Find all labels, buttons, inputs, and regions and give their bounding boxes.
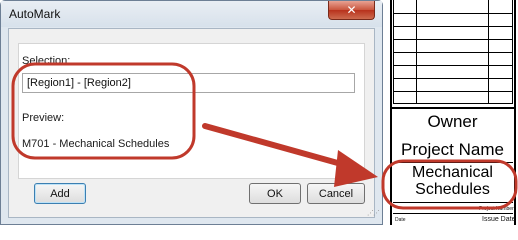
schedule-line (394, 52, 512, 53)
project-number-label: Project Number (479, 206, 514, 212)
window-title: AutoMark (9, 7, 61, 21)
owner-label: Owner (427, 112, 478, 131)
schedule-line (394, 26, 512, 27)
title-block-separator (391, 107, 515, 109)
ok-button[interactable]: OK (249, 183, 301, 204)
resize-grip-icon[interactable]: ⋰⋰ (367, 209, 380, 217)
close-icon: ✕ (346, 3, 357, 17)
schedule-line (394, 65, 512, 66)
selection-label: Selection: (22, 55, 71, 67)
schedule-line (394, 91, 512, 92)
sheet-title-line1: Mechanical (412, 164, 493, 181)
automark-dialog: AutoMark ✕ Selection: [Region1] - [Regio… (0, 0, 383, 225)
title-block-line (393, 202, 513, 203)
close-button[interactable]: ✕ (328, 1, 375, 20)
preview-label: Preview: (22, 112, 65, 124)
title-block: Owner Project Name Mechanical Schedules … (389, 0, 518, 225)
revision-schedule (393, 0, 513, 104)
title-bar[interactable]: AutoMark ✕ (1, 1, 382, 27)
issue-date-label: Issue Date (482, 216, 516, 223)
title-block-line (393, 213, 513, 214)
schedule-line (394, 13, 512, 14)
schedule-line (394, 78, 512, 79)
selection-field[interactable]: [Region1] - [Region2] (22, 73, 355, 93)
cancel-button[interactable]: Cancel (307, 183, 365, 204)
add-button[interactable]: Add (34, 183, 86, 204)
title-block-line (393, 162, 513, 163)
project-name-label: Project Name (401, 140, 504, 159)
date-label: Date (395, 217, 406, 223)
schedule-line (394, 39, 512, 40)
dialog-body: Selection: [Region1] - [Region2] Preview… (8, 28, 375, 218)
sheet-title-line2: Schedules (415, 181, 490, 198)
preview-value: M701 - Mechanical Schedules (22, 138, 170, 150)
